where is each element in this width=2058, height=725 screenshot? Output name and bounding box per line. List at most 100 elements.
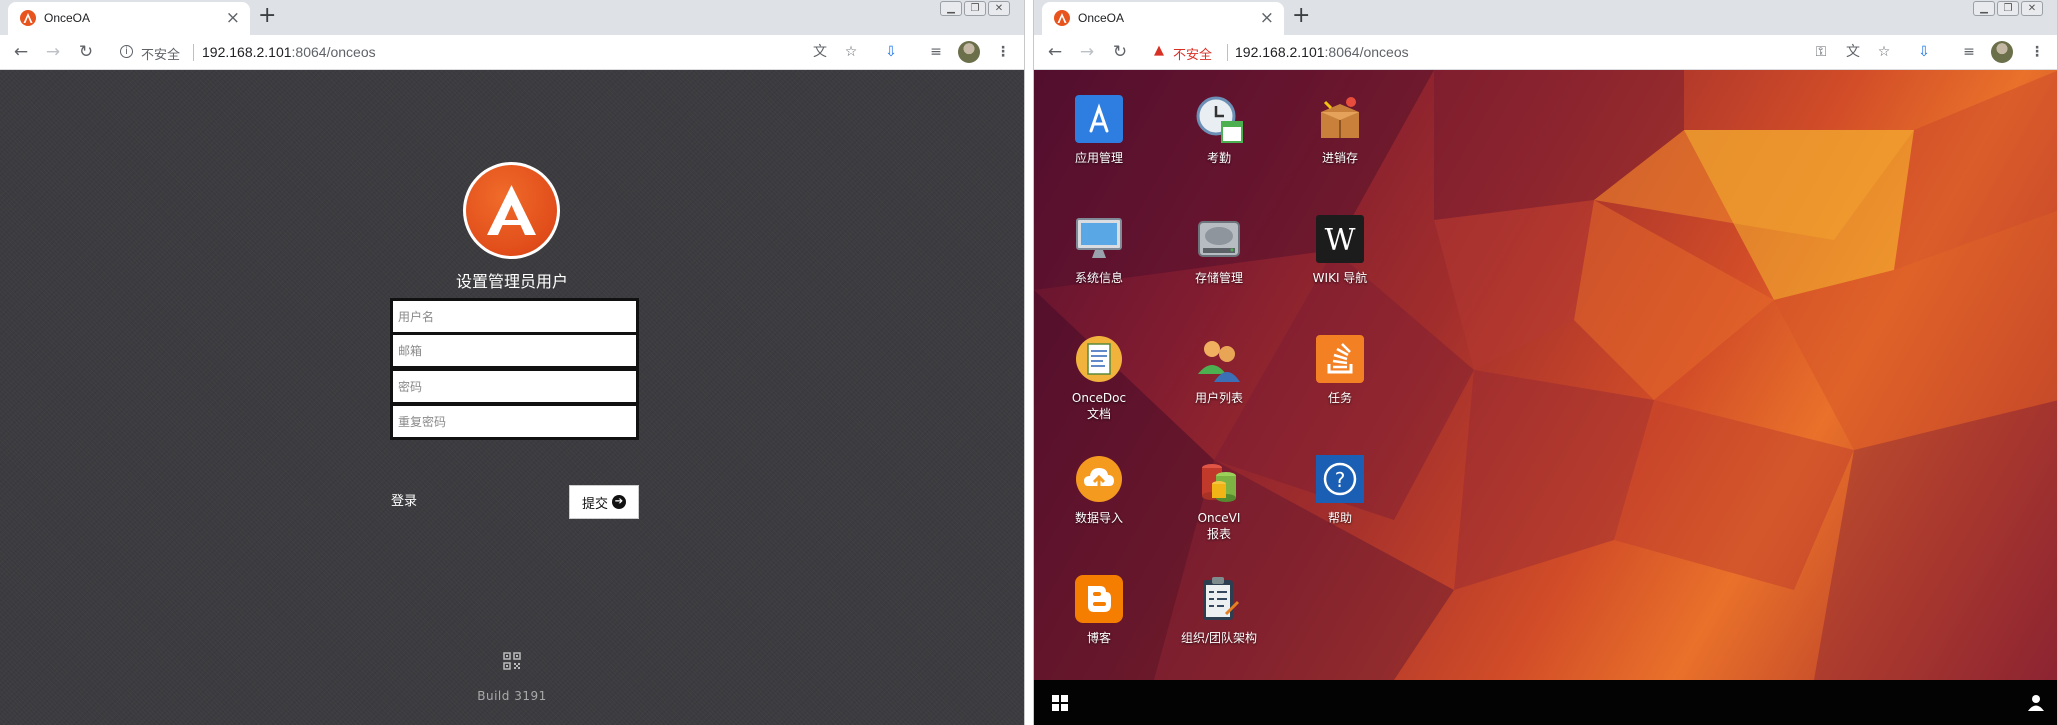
password-input[interactable] [393, 371, 636, 402]
email-field[interactable] [390, 332, 639, 369]
document-icon [1074, 334, 1124, 384]
app-store-icon [1074, 94, 1124, 144]
reload-icon[interactable]: ↻ [1109, 41, 1131, 63]
menu-icon[interactable]: ⋮ [994, 43, 1012, 61]
login-link[interactable]: 登录 [391, 490, 417, 509]
tab-title: OnceOA [44, 11, 91, 25]
desktop-icon-label: 系统信息 [1074, 271, 1123, 285]
arrow-right-circle-icon: ➔ [612, 495, 626, 509]
cloud-upload-icon [1074, 454, 1124, 504]
onceoa-favicon-icon [1054, 10, 1070, 26]
reading-list-icon[interactable]: ≡ [927, 43, 945, 61]
desktop-icon-label: 任务 [1327, 391, 1352, 405]
desktop-icon-help[interactable]: ? 帮助 [1285, 454, 1395, 526]
address-bar[interactable]: i 不安全 192.168.2.101:8064/onceos [119, 39, 839, 66]
desktop-icon-user-list[interactable]: 用户列表 [1164, 334, 1274, 406]
forward-icon[interactable]: → [42, 41, 64, 63]
key-icon[interactable]: ⚿ [1812, 43, 1830, 61]
desktop-icon-label: 存储管理 [1194, 271, 1243, 285]
translate-icon[interactable]: 文 [811, 43, 829, 61]
warning-icon[interactable]: ▲ [1151, 43, 1167, 59]
url-text: 192.168.2.101:8064/onceos [1235, 44, 1409, 60]
taskbar [1034, 680, 2057, 725]
username-field[interactable] [390, 298, 639, 335]
url-path: :8064/onceos [291, 44, 376, 60]
close-window-icon[interactable]: ✕ [2021, 1, 2043, 16]
username-input[interactable] [393, 301, 636, 332]
tab-close-icon[interactable]: × [226, 8, 240, 28]
bookmark-star-icon[interactable]: ☆ [842, 43, 860, 61]
desktop-icon-attendance[interactable]: 考勤 [1164, 94, 1274, 166]
profile-avatar[interactable] [1991, 41, 2013, 63]
security-status-text: 不安全 [1173, 48, 1213, 63]
forward-icon[interactable]: → [1076, 41, 1098, 63]
window-controls: ▁ ❐ ✕ [1971, 1, 2043, 17]
desktop-icon-label: OnceDoc 文档 [1071, 391, 1127, 421]
stack-tasks-icon [1315, 334, 1365, 384]
password-field[interactable] [390, 368, 639, 405]
tab-close-icon[interactable]: × [1260, 8, 1274, 28]
monitor-icon [1074, 214, 1124, 264]
minimize-icon[interactable]: ▁ [1973, 1, 1995, 16]
desktop-area: 应用管理 考勤 进销存 系统信息 存储管理 W WIKI 导航 OnceDoc … [1034, 70, 2057, 680]
restore-icon[interactable]: ❐ [1997, 1, 2019, 16]
reload-icon[interactable]: ↻ [75, 41, 97, 63]
new-tab-icon[interactable]: + [1292, 3, 1310, 28]
desktop-icon-inventory[interactable]: 进销存 [1285, 94, 1395, 166]
tab-strip: OnceOA × + ▁ ❐ ✕ [0, 0, 1024, 35]
svg-text:W: W [1325, 223, 1356, 258]
browser-toolbar: ← → ↻ i 不安全 192.168.2.101:8064/onceos 文 … [0, 35, 1024, 70]
info-icon[interactable]: i [120, 45, 133, 58]
qr-code-icon[interactable] [503, 652, 521, 670]
page-title: 设置管理员用户 [455, 272, 568, 291]
desktop-icon-label: 博客 [1086, 631, 1111, 645]
desktop-icon-oncevi-report[interactable]: OnceVI 报表 [1164, 454, 1274, 542]
chart-cylinder-icon [1194, 454, 1244, 504]
box-icon [1315, 94, 1365, 144]
back-icon[interactable]: ← [1044, 41, 1066, 63]
desktop-icon-blog[interactable]: 博客 [1044, 574, 1154, 646]
browser-tab[interactable]: OnceOA × [1042, 2, 1284, 35]
email-input[interactable] [393, 335, 636, 366]
reading-list-icon[interactable]: ≡ [1960, 43, 1978, 61]
desktop-icon-label: WIKI 导航 [1312, 271, 1368, 285]
desktop-icon-oncedoc[interactable]: OnceDoc 文档 [1044, 334, 1154, 422]
browser-toolbar: ← → ↻ ▲ 不安全 192.168.2.101:8064/onceos ⚿ … [1034, 35, 2057, 70]
restore-icon[interactable]: ❐ [964, 1, 986, 16]
user-icon[interactable] [2027, 693, 2045, 711]
address-bar[interactable]: ▲ 不安全 192.168.2.101:8064/onceos [1151, 39, 1871, 66]
browser-window-left: OnceOA × + ▁ ❐ ✕ ← → ↻ i 不安全 192.168.2.1… [0, 0, 1025, 725]
desktop-icon-tasks[interactable]: 任务 [1285, 334, 1395, 406]
desktop-icon-org-structure[interactable]: 组织/团队架构 [1164, 574, 1274, 646]
desktop-icon-app-management[interactable]: 应用管理 [1044, 94, 1154, 166]
svg-text:?: ? [1335, 468, 1346, 492]
menu-icon[interactable]: ⋮ [2028, 43, 2046, 61]
wikipedia-icon: W [1315, 214, 1365, 264]
browser-tab[interactable]: OnceOA × [8, 2, 250, 35]
submit-button[interactable]: 提交 ➔ [569, 485, 639, 519]
desktop-icon-label: 数据导入 [1074, 511, 1123, 525]
close-window-icon[interactable]: ✕ [988, 1, 1010, 16]
bookmark-star-icon[interactable]: ☆ [1875, 43, 1893, 61]
desktop-icon-label: 应用管理 [1074, 151, 1123, 165]
back-icon[interactable]: ← [10, 41, 32, 63]
desktop-icon-storage[interactable]: 存储管理 [1164, 214, 1274, 286]
repeat-password-field[interactable] [390, 403, 639, 440]
new-tab-icon[interactable]: + [258, 3, 276, 28]
desktop-icon-system-info[interactable]: 系统信息 [1044, 214, 1154, 286]
address-separator [193, 44, 194, 61]
minimize-icon[interactable]: ▁ [940, 1, 962, 16]
security-status-text: 不安全 [141, 48, 181, 63]
extension-icon[interactable]: ⇩ [1915, 43, 1933, 61]
desktop-icon-label: OnceVI 报表 [1197, 511, 1241, 541]
profile-avatar[interactable] [958, 41, 980, 63]
url-path: :8064/onceos [1324, 44, 1409, 60]
extension-icon[interactable]: ⇩ [882, 43, 900, 61]
repeat-password-input[interactable] [393, 406, 636, 437]
start-menu-icon[interactable] [1052, 695, 1068, 711]
desktop-icon-wiki[interactable]: W WIKI 导航 [1285, 214, 1395, 286]
clipboard-icon [1194, 574, 1244, 624]
translate-icon[interactable]: 文 [1844, 43, 1862, 61]
desktop-icon-label: 用户列表 [1194, 391, 1243, 405]
desktop-icon-data-import[interactable]: 数据导入 [1044, 454, 1154, 526]
